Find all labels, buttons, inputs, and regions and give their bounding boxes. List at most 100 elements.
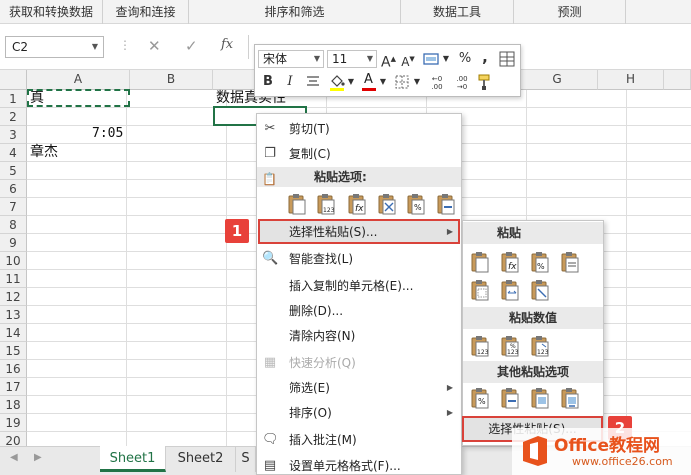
row-header-3[interactable]: 3: [0, 126, 27, 144]
sub-paste-icon[interactable]: [470, 251, 490, 273]
ribbon-group-forecast[interactable]: 预测: [514, 0, 626, 24]
paste-transpose-icon[interactable]: [377, 193, 397, 215]
sub-linked-picture-icon[interactable]: [560, 387, 580, 409]
borders-button[interactable]: [394, 74, 410, 90]
row-header-16[interactable]: 16: [0, 360, 27, 378]
ribbon-group-sort-filter[interactable]: 排序和筛选: [189, 0, 401, 24]
sheet-tab-sheet2[interactable]: Sheet2: [166, 446, 236, 472]
menu-item-cut[interactable]: ✂ 剪切(T): [257, 117, 461, 141]
sub-picture-icon[interactable]: [530, 387, 550, 409]
row-header-13[interactable]: 13: [0, 306, 27, 324]
row-header-2[interactable]: 2: [0, 108, 27, 126]
name-box[interactable]: C2 ▼: [5, 36, 104, 58]
italic-button[interactable]: I: [284, 73, 296, 91]
menu-item-label: 快速分析(Q): [289, 356, 356, 370]
row-header-5[interactable]: 5: [0, 162, 27, 180]
format-painter-button[interactable]: [476, 72, 494, 92]
column-header-h[interactable]: H: [598, 70, 664, 90]
chevron-down-icon[interactable]: ▼: [413, 73, 421, 91]
paste-link-icon[interactable]: [436, 193, 456, 215]
menu-item-copy[interactable]: ❐ 复制(C): [257, 142, 461, 166]
menu-item-delete[interactable]: 删除(D)...: [257, 299, 461, 323]
font-color-button[interactable]: A: [361, 72, 377, 92]
tab-scroll-left-icon[interactable]: ◀: [10, 452, 18, 463]
sub-keep-widths-icon[interactable]: [500, 279, 520, 301]
increase-decimal-button[interactable]: ←0 .00: [426, 75, 448, 91]
chevron-down-icon[interactable]: ▼: [379, 73, 387, 91]
enter-icon[interactable]: ✓: [185, 37, 198, 55]
row-header-15[interactable]: 15: [0, 342, 27, 360]
sheet-tab-sheet3[interactable]: S: [236, 446, 256, 472]
chevron-down-icon[interactable]: ▼: [442, 50, 450, 68]
svg-text:fx: fx: [355, 204, 364, 214]
cancel-icon[interactable]: ✕: [148, 37, 161, 55]
menu-item-clear[interactable]: 清除内容(N): [257, 324, 461, 348]
column-header-a[interactable]: A: [27, 70, 130, 90]
paste-formatting-icon[interactable]: %: [406, 193, 426, 215]
sub-keep-source-icon[interactable]: [560, 251, 580, 273]
sub-formatting-icon[interactable]: %: [470, 387, 490, 409]
paste-formulas-icon[interactable]: fx: [347, 193, 367, 215]
tab-scroll-right-icon[interactable]: ▶: [34, 452, 42, 463]
row-header-8[interactable]: 8: [0, 216, 27, 234]
submenu-header-other: 其他粘贴选项: [463, 361, 603, 383]
menu-item-format-cells[interactable]: ▤ 设置单元格格式(F)...: [257, 454, 461, 475]
chevron-down-icon: ▼: [313, 54, 320, 63]
percent-button[interactable]: %: [457, 50, 473, 68]
sub-link-icon[interactable]: [500, 387, 520, 409]
menu-item-smart-lookup[interactable]: 🔍 智能查找(L): [257, 247, 461, 271]
format-table-button[interactable]: [497, 50, 517, 68]
font-size-dropdown[interactable]: 11 ▼: [327, 50, 377, 68]
decrease-decimal-button[interactable]: .00 →0: [451, 75, 473, 91]
menu-item-insert-comment[interactable]: 🗨 插入批注(M): [257, 428, 461, 452]
align-center-button[interactable]: [305, 75, 321, 89]
sub-values-icon[interactable]: 123: [470, 335, 490, 357]
select-all-corner[interactable]: [0, 70, 27, 90]
row-header-19[interactable]: 19: [0, 414, 27, 432]
quick-analysis-icon: ▦: [263, 355, 277, 370]
sub-paste-formulas-format-icon[interactable]: %: [530, 251, 550, 273]
row-header-11[interactable]: 11: [0, 270, 27, 288]
fill-color-button[interactable]: [328, 72, 346, 92]
row-header-6[interactable]: 6: [0, 180, 27, 198]
cell-a4[interactable]: 章杰: [30, 143, 58, 161]
sub-transpose-icon[interactable]: [530, 279, 550, 301]
cell-styles-button[interactable]: [421, 50, 441, 68]
fx-icon[interactable]: fx: [221, 37, 233, 52]
svg-text:%: %: [414, 203, 422, 212]
column-header-g[interactable]: G: [517, 70, 598, 90]
menu-item-filter[interactable]: 筛选(E) ▶: [257, 376, 461, 400]
menu-item-sort[interactable]: 排序(O) ▶: [257, 401, 461, 425]
chevron-down-icon[interactable]: ▼: [347, 73, 355, 91]
comment-icon: 🗨: [262, 432, 279, 447]
sub-paste-formulas-icon[interactable]: fx: [500, 251, 520, 273]
paste-values-icon[interactable]: 123: [316, 193, 336, 215]
row-header-12[interactable]: 12: [0, 288, 27, 306]
row-header-9[interactable]: 9: [0, 234, 27, 252]
font-name-dropdown[interactable]: 宋体 ▼: [258, 50, 324, 68]
ribbon-group-get-data[interactable]: 获取和转换数据: [0, 0, 103, 24]
row-header-1[interactable]: 1: [0, 90, 27, 108]
cell-a3[interactable]: 7:05: [92, 125, 123, 143]
sheet-tab-sheet1[interactable]: Sheet1: [100, 446, 166, 472]
comma-button[interactable]: ,: [479, 48, 491, 66]
row-header-17[interactable]: 17: [0, 378, 27, 396]
grow-font-button[interactable]: A▲: [381, 50, 396, 72]
chevron-down-icon[interactable]: ▼: [92, 37, 98, 57]
paste-icon[interactable]: [287, 193, 307, 215]
row-header-10[interactable]: 10: [0, 252, 27, 270]
ribbon-group-queries[interactable]: 查询和连接: [103, 0, 189, 24]
menu-item-insert-copied[interactable]: 插入复制的单元格(E)...: [257, 274, 461, 298]
bold-button[interactable]: B: [261, 73, 275, 91]
column-header-b[interactable]: B: [130, 70, 213, 90]
sub-no-borders-icon[interactable]: [470, 279, 490, 301]
row-header-4[interactable]: 4: [0, 144, 27, 162]
shrink-font-button[interactable]: A▼: [401, 50, 415, 71]
sub-values-source-format-icon[interactable]: 123: [530, 335, 550, 357]
row-header-14[interactable]: 14: [0, 324, 27, 342]
row-header-18[interactable]: 18: [0, 396, 27, 414]
menu-item-paste-special[interactable]: 选择性粘贴(S)... ▶: [257, 220, 461, 244]
row-header-7[interactable]: 7: [0, 198, 27, 216]
ribbon-group-data-tools[interactable]: 数据工具: [401, 0, 514, 24]
sub-values-number-format-icon[interactable]: 123%: [500, 335, 520, 357]
